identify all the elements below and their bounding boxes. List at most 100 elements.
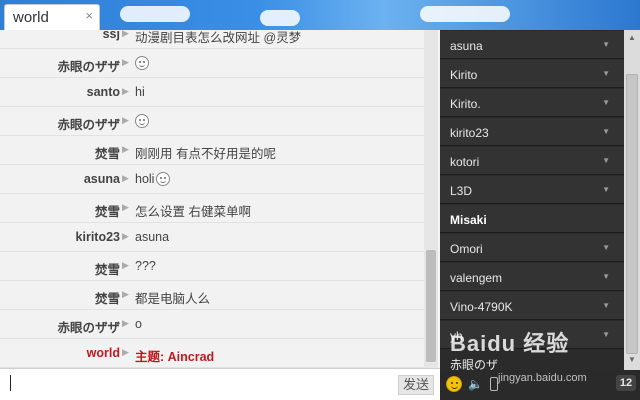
chevron-down-icon[interactable]: ▼	[602, 69, 610, 78]
chat-message: santo ▶ hi	[0, 78, 424, 107]
chat-log: ssj ▶ 动漫剧目表怎么改网址 @灵梦 赤眼のザザ ▶ santo ▶ hi 赤眼のザザ ▶ 焚雪…	[0, 30, 438, 368]
message-author[interactable]: santo	[87, 85, 120, 99]
user-name: L3D	[450, 184, 473, 198]
chat-message: 赤眼のザザ ▶	[0, 107, 424, 136]
chevron-down-icon[interactable]: ▼	[602, 156, 610, 165]
user-name: kotori	[450, 155, 480, 169]
message-text: holi	[135, 172, 171, 186]
arrow-icon: ▶	[122, 260, 129, 270]
user-list-item[interactable]: kotori ▼	[440, 147, 624, 175]
cloud-decoration	[260, 10, 300, 26]
message-author[interactable]: 赤眼のザザ	[57, 114, 120, 133]
close-icon[interactable]: ×	[85, 8, 93, 23]
arrow-icon: ▶	[122, 318, 129, 328]
chevron-down-icon[interactable]: ▼	[602, 127, 610, 136]
message-text: 怎么设置 右健菜单啊	[135, 205, 251, 219]
arrow-icon: ▶	[122, 57, 129, 67]
user-list-item[interactable]: Misaki	[440, 205, 624, 233]
chevron-down-icon[interactable]: ▼	[602, 40, 610, 49]
message-text: hi	[135, 85, 145, 99]
arrow-icon: ▶	[122, 115, 129, 125]
message-author[interactable]: world	[87, 346, 120, 360]
chat-message: 赤眼のザザ ▶	[0, 49, 424, 78]
send-button[interactable]: 发送	[398, 375, 434, 395]
cloud-decoration	[120, 6, 190, 22]
arrow-icon: ▶	[122, 173, 129, 183]
chevron-down-icon[interactable]: ▼	[602, 185, 610, 194]
user-name: kirito23	[450, 126, 489, 140]
chat-message: 焚雪 ▶ 刚刚用 有点不好用是的呢	[0, 136, 424, 165]
user-list-item[interactable]: asuna ▼	[440, 31, 624, 59]
message-author[interactable]: asuna	[84, 172, 120, 186]
emoji-icon[interactable]	[446, 376, 462, 392]
user-list-item[interactable]: Vino-4790K ▼	[440, 292, 624, 320]
user-list-scrollbar[interactable]: ▲ ▼	[624, 30, 640, 370]
online-count-badge: 12	[616, 375, 636, 391]
phone-icon[interactable]	[490, 377, 498, 391]
arrow-icon: ▶	[122, 289, 129, 299]
user-list-item[interactable]: kirito23 ▼	[440, 118, 624, 146]
arrow-icon: ▶	[122, 347, 129, 357]
message-text	[135, 56, 149, 70]
chevron-down-icon[interactable]: ▼	[602, 272, 610, 281]
user-name: Kirito.	[450, 97, 481, 111]
smiley-icon	[156, 172, 171, 186]
scroll-down-icon[interactable]: ▼	[626, 354, 638, 366]
user-list-item[interactable]: Kirito ▼	[440, 60, 624, 88]
message-author[interactable]: kirito23	[76, 230, 120, 244]
chat-message: kirito23 ▶ asuna	[0, 223, 424, 252]
chat-scrollbar[interactable]	[424, 30, 438, 368]
user-list-item[interactable]: Kirito. ▼	[440, 89, 624, 117]
user-list-item[interactable]: L3D ▼	[440, 176, 624, 204]
message-author[interactable]: 赤眼のザザ	[57, 317, 120, 336]
user-name: Misaki	[450, 213, 487, 227]
tab-title: world	[13, 9, 49, 26]
message-author[interactable]: 焚雪	[95, 259, 120, 278]
chat-message: world ▶ 主题: Aincrad	[0, 339, 424, 368]
message-input[interactable]: 发送	[0, 368, 440, 400]
message-author[interactable]: ssj	[103, 30, 120, 41]
message-author[interactable]: 赤眼のザザ	[57, 56, 120, 75]
chat-message: 焚雪 ▶ 怎么设置 右健菜单啊	[0, 194, 424, 223]
message-author[interactable]: 焚雪	[95, 143, 120, 162]
user-name: asuna	[450, 39, 483, 53]
message-author[interactable]: 焚雪	[95, 288, 120, 307]
tab-world[interactable]: world ×	[4, 4, 100, 30]
message-text: 主题: Aincrad	[135, 350, 215, 364]
user-name: valengem	[450, 271, 503, 285]
volume-icon[interactable]: 🔈	[468, 376, 484, 392]
chevron-down-icon[interactable]: ▼	[602, 98, 610, 107]
smiley-icon	[135, 56, 149, 70]
message-text: o	[135, 317, 142, 331]
arrow-icon: ▶	[122, 144, 129, 154]
chat-message: asuna ▶ holi	[0, 165, 424, 194]
chat-message: 焚雪 ▶ 都是电脑人么	[0, 281, 424, 310]
chevron-down-icon[interactable]: ▼	[602, 243, 610, 252]
chat-message: ssj ▶ 动漫剧目表怎么改网址 @灵梦	[0, 30, 424, 49]
chevron-down-icon[interactable]: ▼	[602, 330, 610, 339]
user-list-item[interactable]: valengem ▼	[440, 263, 624, 291]
message-text: 动漫剧目表怎么改网址 @灵梦	[135, 31, 302, 45]
chat-message: 赤眼のザザ ▶ o	[0, 310, 424, 339]
user-name: Kirito	[450, 68, 478, 82]
arrow-icon: ▶	[122, 202, 129, 212]
message-text	[135, 114, 149, 128]
chat-message: 焚雪 ▶???	[0, 252, 424, 281]
baidu-watermark-url: jingyan.baidu.com	[498, 372, 587, 384]
chevron-down-icon[interactable]: ▼	[602, 301, 610, 310]
chat-scrollbar-thumb[interactable]	[426, 250, 436, 362]
user-list: asuna ▼ Kirito ▼ Kirito. ▼ kirito23 ▼ kotori ▼ L3D…	[440, 30, 624, 372]
message-author[interactable]: 焚雪	[95, 201, 120, 220]
user-list-scrollbar-thumb[interactable]	[626, 74, 638, 354]
scroll-up-icon[interactable]: ▲	[626, 32, 638, 44]
user-name: Omori	[450, 242, 483, 256]
cloud-decoration	[420, 6, 510, 22]
user-list-item[interactable]: Omori ▼	[440, 234, 624, 262]
smiley-icon	[135, 114, 149, 128]
message-text: asuna	[135, 230, 170, 244]
message-text: 刚刚用 有点不好用是的呢	[135, 147, 276, 161]
message-text: 都是电脑人么	[135, 292, 211, 306]
arrow-icon: ▶	[122, 30, 129, 38]
arrow-icon: ▶	[122, 231, 129, 241]
arrow-icon: ▶	[122, 86, 129, 96]
